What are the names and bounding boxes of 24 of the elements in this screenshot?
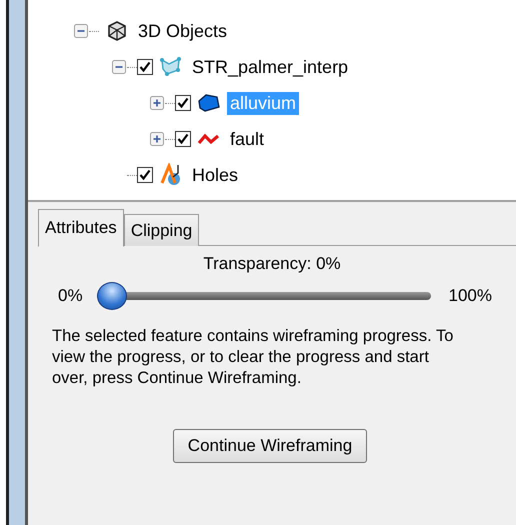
checkbox[interactable] (175, 95, 191, 111)
tree-item[interactable]: fault (227, 128, 268, 150)
continue-wireframing-button[interactable]: Continue Wireframing (172, 429, 368, 463)
expand-icon[interactable] (149, 131, 165, 147)
checkbox[interactable] (137, 167, 153, 183)
cube-icon (105, 19, 129, 43)
tree-item[interactable]: Holes (189, 164, 242, 186)
transparency-label: Transparency: 0% (202, 254, 342, 274)
tree-item[interactable]: STR_palmer_interp (189, 56, 352, 78)
checkbox[interactable] (137, 59, 153, 75)
max-label: 100% (448, 286, 492, 306)
surface-icon (159, 55, 183, 79)
collapse-icon[interactable] (111, 59, 127, 75)
tab[interactable]: Attributes (38, 209, 124, 247)
tree-item[interactable]: 3D Objects (135, 20, 230, 42)
transparency-slider[interactable] (96, 282, 431, 310)
tab[interactable]: Clipping (124, 214, 200, 246)
info-message: The selected feature contains wireframing progress. To view the progress, or to clear the progress and start over, press Continue Wireframing. (52, 326, 454, 389)
min-label: 0% (58, 286, 83, 306)
expand-icon[interactable] (149, 95, 165, 111)
drillhole-icon (159, 163, 183, 187)
checkbox[interactable] (175, 131, 191, 147)
slider-thumb[interactable] (96, 282, 127, 310)
collapse-icon[interactable] (73, 23, 89, 39)
